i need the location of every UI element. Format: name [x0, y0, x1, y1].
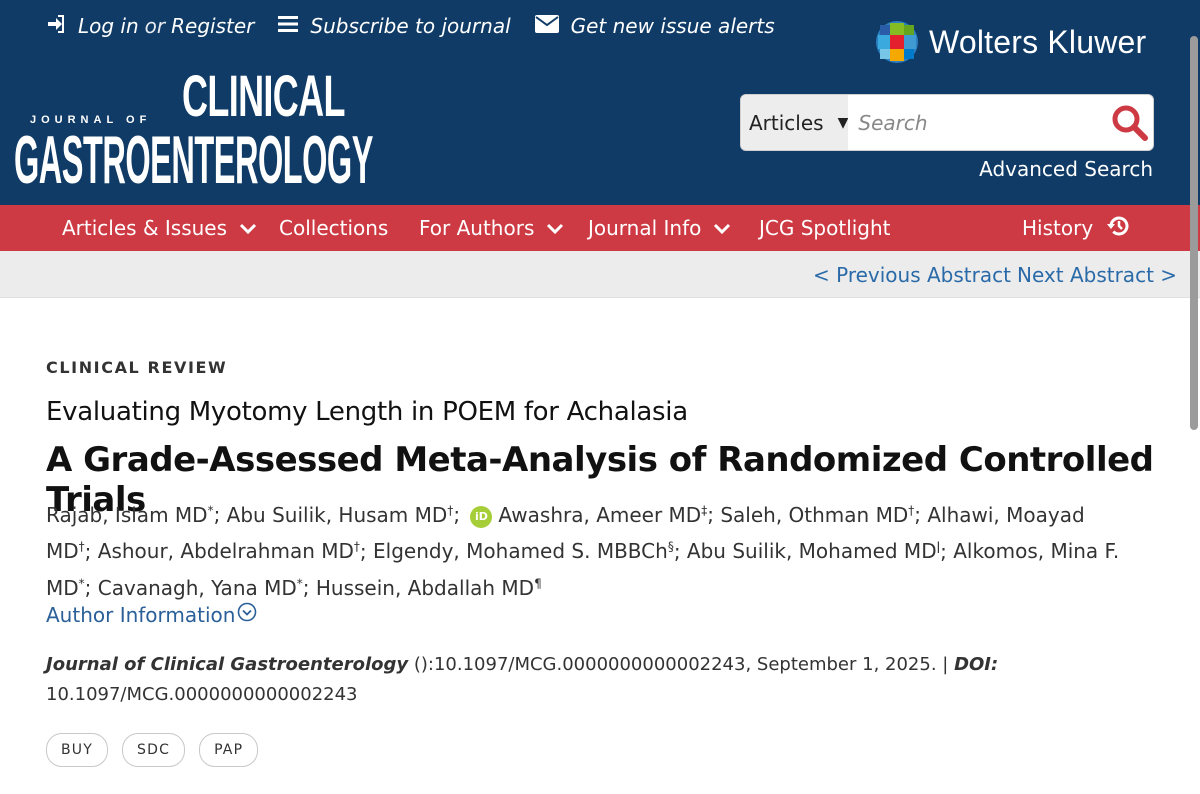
author-list: Rajab, Islam MD*; Abu Suilik, Husam MD†;… [46, 502, 1120, 600]
sign-in-icon [46, 14, 66, 39]
menu-icon [278, 14, 299, 38]
next-abstract-link[interactable]: Next Abstract > [1017, 263, 1177, 287]
author-affiliation-mark: † [353, 539, 360, 554]
author-name[interactable]: Abu Suilik, Mohamed MD [687, 539, 937, 563]
author-affiliation-mark: * [296, 576, 303, 591]
nav-history-label: History [1022, 216, 1094, 240]
nav-collections[interactable]: Collections [279, 205, 388, 251]
subscribe-link[interactable]: Subscribe to journal [278, 14, 511, 38]
author[interactable]: Ashour, Abdelrahman MD† [98, 539, 360, 563]
nav-label: Journal Info [588, 216, 702, 240]
author[interactable]: Rajab, Islam MD* [46, 503, 214, 527]
author[interactable]: Saleh, Othman MD† [720, 503, 914, 527]
citation-details: ():10.1097/MCG.0000000000002243, Septemb… [408, 654, 955, 675]
author-affiliation-mark: † [447, 503, 454, 517]
author[interactable]: Cavanagh, Yana MD* [98, 576, 303, 600]
article-section-label: CLINICAL REVIEW [46, 358, 228, 377]
login-register-link[interactable]: Log in or Register [46, 14, 254, 39]
tag-buy[interactable]: BUY [46, 733, 109, 767]
search-input[interactable] [848, 95, 1107, 150]
nav-jcg-spotlight[interactable]: JCG Spotlight [759, 205, 891, 251]
subscribe-label[interactable]: Subscribe to journal [310, 14, 510, 38]
wolters-kluwer-mark-icon [876, 21, 918, 63]
author-name[interactable]: Saleh, Othman MD [720, 503, 908, 527]
alerts-label[interactable]: Get new issue alerts [571, 14, 775, 38]
chevron-down-icon [546, 216, 564, 240]
tag-pap[interactable]: PAP [199, 733, 259, 767]
doi-label: DOI: [954, 654, 999, 675]
author-affiliation-mark: † [78, 539, 85, 554]
chevron-down-icon [713, 216, 731, 240]
citation: Journal of Clinical Gastroenterology ():… [46, 650, 1106, 710]
author-affiliation-mark: § [667, 539, 674, 554]
nav-journal-info[interactable]: Journal Info [588, 205, 731, 251]
author-affiliation-mark: ‡ [701, 503, 708, 517]
nav-label: Collections [279, 216, 389, 240]
author-name[interactable]: Awashra, Ameer MD [498, 503, 701, 527]
logo-gastroenterology: GASTROENTEROLOGY [14, 122, 373, 198]
doi-link[interactable]: 10.1097/MCG.0000000000002243 [46, 684, 358, 705]
publisher-name: Wolters Kluwer [929, 23, 1147, 60]
nav-articles-issues[interactable]: Articles & Issues [62, 205, 257, 251]
author[interactable]: Abu Suilik, Husam MD† [227, 503, 454, 527]
author-name[interactable]: Hussein, Abdallah MD [316, 576, 534, 600]
search-icon [1112, 105, 1148, 141]
journal-logo[interactable]: JOURNAL OF CLINICAL GASTROENTEROLOGY [14, 68, 373, 195]
history-icon [1107, 214, 1131, 243]
login-label[interactable]: Log in [78, 14, 139, 38]
author-affiliation-mark: ¶ [534, 576, 542, 591]
nav-history[interactable]: History [1022, 205, 1131, 251]
author-information-toggle[interactable]: Author Information [46, 602, 257, 627]
envelope-icon [534, 14, 559, 38]
author-information-label: Author Information [46, 602, 236, 627]
or-label: or [144, 14, 166, 38]
author-affiliation-mark: * [207, 503, 214, 517]
scrollbar[interactable] [1188, 0, 1200, 794]
search-bar: Articles ▼ [740, 94, 1154, 151]
chevron-down-icon [239, 216, 257, 240]
author-name[interactable]: Rajab, Islam MD [46, 503, 208, 527]
author-name[interactable]: Ashour, Abdelrahman MD [98, 539, 354, 563]
article-tags: BUY SDC PAP [46, 733, 272, 767]
search-button[interactable] [1106, 95, 1153, 150]
caret-down-icon: ▼ [837, 114, 849, 131]
orcid-icon[interactable]: iD [470, 505, 493, 528]
top-links: Log in or Register Subscribe to journal … [46, 13, 799, 39]
author-name[interactable]: Abu Suilik, Husam MD [227, 503, 448, 527]
nav-label: Articles & Issues [62, 216, 228, 240]
author-name[interactable]: Elgendy, Mohamed S. MBBCh [373, 539, 668, 563]
publisher-logo[interactable]: Wolters Kluwer [875, 20, 1146, 64]
author-affiliation-mark: ǀ [936, 539, 941, 554]
previous-abstract-link[interactable]: < Previous Abstract [813, 263, 1011, 287]
advanced-search-link[interactable]: Advanced Search [979, 157, 1153, 181]
tag-sdc[interactable]: SDC [122, 733, 186, 767]
author[interactable]: Abu Suilik, Mohamed MDǀ [687, 539, 940, 563]
nav-label: JCG Spotlight [759, 216, 891, 240]
nav-for-authors[interactable]: For Authors [419, 205, 564, 251]
search-scope-value: Articles [749, 110, 824, 135]
alerts-link[interactable]: Get new issue alerts [534, 14, 775, 38]
author[interactable]: iD Awashra, Ameer MD‡ [466, 503, 708, 528]
site-header: Log in or Register Subscribe to journal … [0, 0, 1200, 205]
author[interactable]: Elgendy, Mohamed S. MBBCh§ [373, 539, 674, 563]
main-nav: Articles & Issues Collections For Author… [0, 205, 1200, 251]
chevron-circle-down-icon [237, 602, 257, 627]
citation-journal[interactable]: Journal of Clinical Gastroenterology [46, 654, 408, 675]
search-scope-select[interactable]: Articles ▼ [741, 95, 849, 150]
abstract-navigation: < Previous Abstract Next Abstract > [0, 251, 1200, 298]
logo-clinical: CLINICAL [182, 64, 345, 129]
scrollbar-thumb[interactable] [1190, 36, 1198, 430]
nav-label: For Authors [419, 216, 535, 240]
author[interactable]: Hussein, Abdallah MD¶ [316, 576, 542, 600]
author-affiliation-mark: † [908, 503, 915, 517]
author-name[interactable]: Cavanagh, Yana MD [98, 576, 297, 600]
register-label[interactable]: Register [171, 14, 254, 38]
article-subtitle: Evaluating Myotomy Length in POEM for Ac… [46, 397, 688, 427]
author-affiliation-mark: * [78, 576, 85, 591]
